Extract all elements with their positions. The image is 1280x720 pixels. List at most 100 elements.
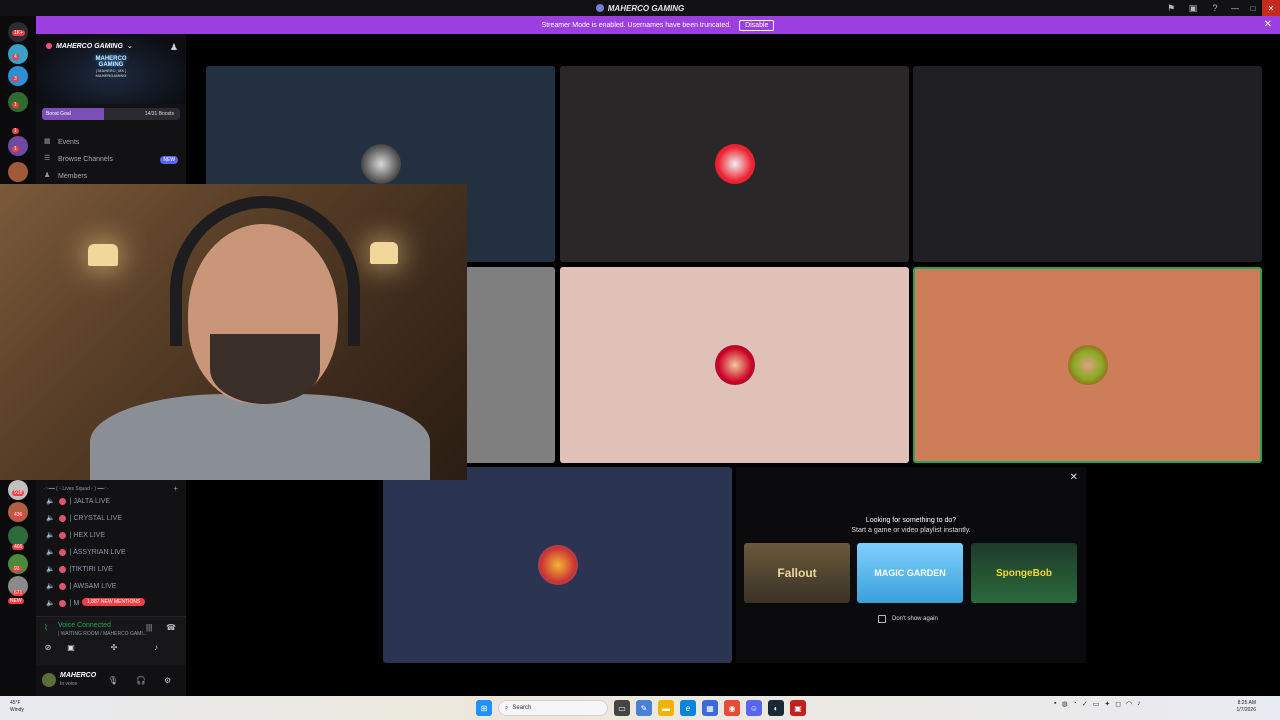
add-channel-icon[interactable]: + — [173, 484, 178, 493]
tray-icon[interactable]: ◍ — [1061, 700, 1067, 708]
avatar — [360, 144, 401, 184]
members-icon: ♟ — [44, 172, 51, 179]
window-titlebar: MAHERCO GAMING ⚑ ▣ ? — □ ✕ — [0, 0, 1280, 16]
gear-icon[interactable]: ⚙ — [164, 676, 171, 685]
screen-share-icon[interactable]: ▣ — [51, 643, 91, 657]
tray-icon[interactable]: ▪ — [1054, 700, 1056, 708]
channel-item[interactable]: 🔈 | CRYSTAL LIVE — [46, 514, 122, 522]
inbox-icon[interactable]: ⚑ — [1160, 0, 1182, 16]
channel-item[interactable]: 🔈 |TIKTIRI LIVE — [46, 565, 113, 573]
server-banner[interactable]: MAHERCO GAMING ⌄ ♟ MAHERCO GAMING | MAHE… — [36, 34, 186, 104]
close-window-button[interactable]: ✕ — [1262, 0, 1280, 16]
channel-label: | ASSYRIAN LIVE — [69, 548, 126, 556]
windows-start-icon[interactable]: ⊞ — [476, 700, 492, 716]
disable-streamer-mode-button[interactable]: Disable — [739, 19, 775, 31]
activities-icon[interactable]: ✣ — [94, 643, 134, 657]
new-badge: NEW — [8, 598, 24, 604]
webcam-lamp — [370, 242, 398, 264]
checkbox[interactable] — [878, 615, 886, 623]
activity-subtitle: Start a game or video playlist instantly… — [851, 527, 971, 534]
edge-icon[interactable]: e — [680, 700, 696, 716]
activity-panel: ✕ Looking for something to do? Start a g… — [736, 467, 1086, 663]
participant-tile[interactable] — [560, 66, 909, 262]
invite-icon[interactable]: ♟ — [170, 42, 178, 53]
participant-tile[interactable] — [913, 66, 1262, 262]
server-icon[interactable] — [8, 526, 28, 546]
avatar[interactable] — [42, 673, 56, 687]
close-icon[interactable]: ✕ — [1264, 19, 1272, 30]
wifi-icon[interactable]: ◠ — [1126, 700, 1132, 708]
search-label: Search — [512, 705, 532, 711]
taskbar-search[interactable]: ⌕ Search — [498, 700, 608, 716]
system-tray: ▪ ◍ ◔ ✓ ▭ ✦ ◻ ◠ ♪ — [1054, 700, 1141, 708]
steam-icon[interactable]: ◐ — [768, 700, 784, 716]
rail-badge: 918 — [12, 490, 25, 496]
avatar — [1067, 345, 1108, 385]
nav-item-browse-channels[interactable]: ☰ Browse Channels — [44, 155, 113, 163]
rail-badge: 1 — [12, 146, 19, 152]
headphones-icon[interactable]: 🎧 — [136, 676, 146, 685]
webcam-lamp — [88, 244, 118, 266]
channel-item[interactable]: 🔈 | HEX LIVE — [46, 531, 105, 539]
boost-count: 14/31 Boosts — [144, 111, 174, 117]
channel-category[interactable]: ·:·━━ ( ◦ Lives Squad ◦ ) ━━·:· — [44, 486, 108, 492]
live-icon — [58, 497, 66, 505]
live-icon — [58, 582, 66, 590]
nav-item-members[interactable]: ♟ Members — [44, 172, 87, 180]
tray-icon[interactable]: ▭ — [1093, 700, 1100, 708]
channel-item[interactable]: 🔈 | ASSYRIAN LIVE — [46, 548, 126, 556]
volume-icon[interactable]: ♪ — [1137, 700, 1141, 708]
server-name[interactable]: MAHERCO GAMING ⌄ — [46, 42, 133, 50]
noise-suppression-icon[interactable]: ||| — [146, 623, 152, 632]
tray-icon[interactable]: ◻ — [1115, 700, 1121, 708]
game-card-fallout[interactable]: Fallout — [744, 543, 850, 603]
server-icon[interactable] — [8, 162, 28, 182]
tray-icon[interactable]: ✓ — [1082, 700, 1088, 708]
participant-tile[interactable] — [383, 467, 732, 663]
disconnect-icon[interactable]: ☎ — [166, 623, 176, 632]
game-card-magic-garden[interactable]: MAGIC GARDEN — [857, 543, 963, 603]
discord-icon[interactable]: ☺ — [746, 700, 762, 716]
close-icon[interactable]: ✕ — [1070, 472, 1078, 483]
taskbar-clock[interactable]: 8:25 AM 1/7/2026 — [1237, 700, 1256, 714]
speaker-icon: 🔈 — [46, 549, 55, 556]
obs-icon[interactable]: ▣ — [790, 700, 806, 716]
file-explorer-icon[interactable]: ▬ — [658, 700, 674, 716]
nav-item-label: Events — [58, 138, 80, 146]
user-status: In voice — [60, 681, 78, 687]
screen-icon[interactable]: ▣ — [1182, 0, 1204, 16]
boost-goal-bar[interactable]: Boost Goal 14/31 Boosts — [42, 108, 180, 120]
help-icon[interactable]: ? — [1204, 0, 1226, 16]
avatar — [537, 545, 578, 585]
chrome-icon[interactable]: ◉ — [724, 700, 740, 716]
speaker-icon: 🔈 — [46, 498, 55, 505]
nav-item-events[interactable]: ▦ Events — [44, 138, 79, 146]
user-panel[interactable]: MAHERCO In voice 🎙 🎧 ⚙ — [36, 665, 186, 697]
channel-item[interactable]: 🔈 | JALTA LIVE — [46, 497, 110, 505]
taskbar: 45°F Windy ⊞ ⌕ Search ▭ ✎ ▬ e ▦ ◉ ☺ ◐ ▣ … — [0, 696, 1280, 720]
task-view-icon[interactable]: ▭ — [614, 700, 630, 716]
dont-show-again[interactable]: Don't show again — [878, 615, 938, 623]
chevron-down-icon: ⌄ — [126, 43, 133, 50]
participant-tile[interactable] — [560, 267, 909, 463]
maximize-button[interactable]: □ — [1244, 0, 1262, 16]
tray-icon[interactable]: ✦ — [1104, 700, 1110, 708]
speaker-icon: 🔈 — [46, 566, 55, 573]
channel-item[interactable]: 🔈 | AWSAM LIVE — [46, 582, 116, 590]
search-icon: ⌕ — [505, 704, 509, 711]
headset-icon — [170, 196, 360, 346]
weather-widget[interactable]: 45°F Windy — [10, 700, 24, 714]
app-icon[interactable]: ✎ — [636, 700, 652, 716]
server-logo: MAHERCO GAMING | MAHERO_MX | MAHERGAMING — [86, 56, 136, 92]
microphone-icon[interactable]: 🎙 — [108, 676, 118, 685]
tray-icon[interactable]: ◔ — [1073, 700, 1077, 708]
store-icon[interactable]: ▦ — [702, 700, 718, 716]
soundboard-icon[interactable]: ♪ — [136, 643, 176, 657]
game-card-spongebob[interactable]: SpongeBob — [971, 543, 1077, 603]
participant-tile-speaking[interactable] — [913, 267, 1262, 463]
channel-item[interactable]: 🔈 | M — [46, 599, 79, 607]
new-mentions-badge[interactable]: 1,887 NEW MENTIONS — [82, 598, 146, 606]
signal-icon: ⌇ — [44, 623, 48, 632]
minimize-button[interactable]: — — [1226, 0, 1244, 16]
rail-badge: 671 — [12, 590, 25, 596]
